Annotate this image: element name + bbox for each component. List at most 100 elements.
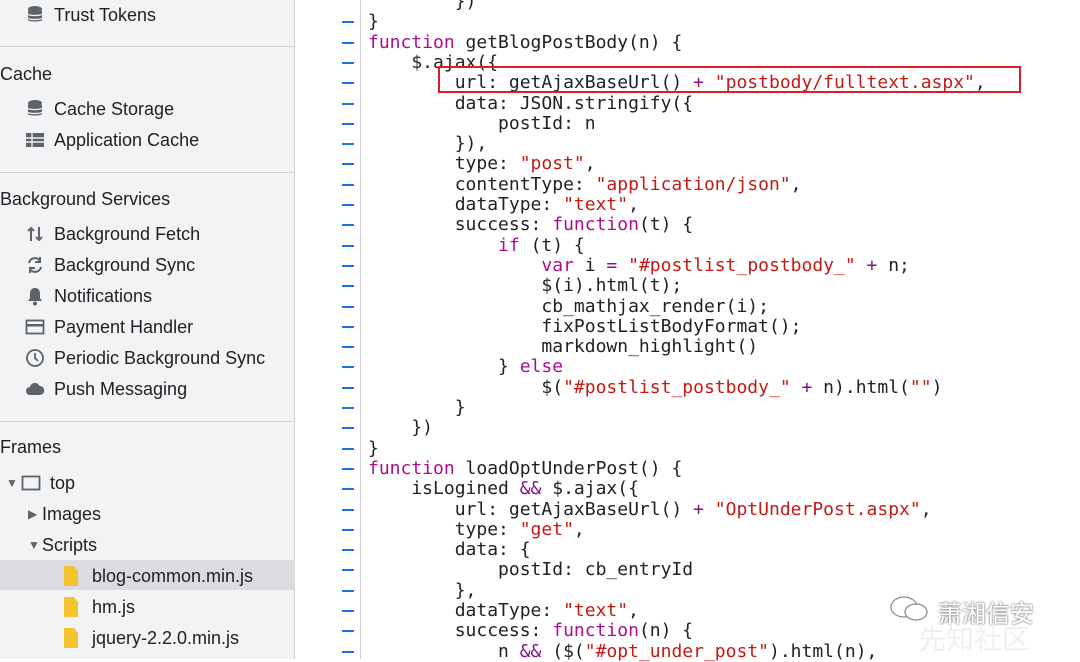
diff-marker [342, 610, 354, 612]
tree-item-label: Images [42, 503, 102, 524]
section-header-frames: Frames [0, 437, 62, 457]
code-line: } [368, 437, 379, 459]
diff-marker [342, 204, 354, 206]
tree-item-file[interactable]: hm.js [64, 593, 135, 621]
file-icon [64, 628, 78, 648]
code-line: } else [368, 356, 564, 378]
tree-item-scripts[interactable]: ▼ Scripts [28, 531, 97, 559]
watermark: 萧湘信安 先知社区 [888, 590, 1078, 656]
sidebar-item-background-sync[interactable]: Background Sync [24, 251, 195, 279]
diff-marker [342, 163, 354, 166]
sidebar-item-application-cache[interactable]: Application Cache [24, 126, 199, 154]
sidebar-item-periodic-background-sync[interactable]: Periodic Background Sync [24, 344, 265, 372]
diff-marker [342, 244, 354, 247]
code-line: data: { [368, 539, 531, 561]
code-line: }), [368, 133, 488, 155]
code-line: }, [368, 579, 477, 601]
divider [0, 172, 295, 173]
code-line: }) [368, 0, 477, 12]
diff-marker [342, 447, 354, 450]
sidebar-item-label: Background Sync [54, 254, 196, 275]
clock-icon [24, 347, 46, 369]
divider [0, 46, 295, 47]
code-line: function loadOptUnderPost() { [368, 457, 683, 479]
triangle-down-icon[interactable]: ▼ [6, 476, 20, 490]
diff-marker [342, 305, 354, 308]
code-line: type: "get", [368, 518, 585, 540]
code-line: function getBlogPostBody(n) { [368, 31, 683, 53]
code-line: } [368, 397, 466, 418]
triangle-right-icon[interactable]: ▶ [28, 507, 42, 521]
file-label: jquery-2.2.0.min.js [92, 627, 240, 648]
sidebar-item-payment-handler[interactable]: Payment Handler [24, 313, 193, 341]
tree-item-top[interactable]: ▼ top [6, 469, 75, 497]
diff-marker [342, 467, 354, 470]
sidebar-item-label: Cache Storage [54, 98, 175, 119]
tree-item-images[interactable]: ▶ Images [28, 500, 101, 528]
diff-marker [342, 528, 354, 531]
diff-marker [342, 285, 354, 288]
code-line: type: "post", [368, 153, 596, 175]
tree-item-label: top [50, 472, 76, 493]
diff-marker [342, 325, 354, 328]
sidebar-item-cache-storage[interactable]: Cache Storage [24, 95, 174, 123]
code-line: dataType: "text", [368, 194, 639, 215]
tree-item-label: Scripts [42, 534, 98, 555]
diff-marker [342, 589, 354, 592]
sync-icon [24, 254, 46, 276]
sidebar-item-label: Background Fetch [54, 223, 201, 244]
frame-icon [20, 472, 42, 494]
sidebar-item-trust-tokens[interactable]: Trust Tokens [24, 1, 156, 29]
code-line: success: function(n) { [368, 620, 694, 642]
sidebar-item-label: Trust Tokens [54, 4, 157, 25]
diff-marker [342, 61, 354, 64]
code-line: if (t) { [498, 234, 585, 256]
sidebar-item-label: Push Messaging [54, 378, 188, 399]
diff-marker [342, 143, 354, 146]
diff-marker [342, 224, 354, 227]
diff-marker [342, 630, 354, 633]
triangle-down-icon[interactable]: ▼ [28, 538, 42, 552]
application-sidebar: Trust Tokens Cache Cache Storage Applica… [0, 0, 295, 659]
code-editor[interactable]: })} function getBlogPostBody(n) { $.ajax(… [368, 0, 1068, 661]
sidebar-item-notifications[interactable]: Notifications [24, 282, 152, 310]
card-icon [24, 316, 46, 338]
code-line: dataType: "text", [368, 600, 639, 621]
diff-marker [342, 21, 354, 24]
section-header-cache: Cache [0, 64, 53, 84]
diff-marker [342, 346, 354, 349]
sidebar-item-push-messaging[interactable]: Push Messaging [24, 375, 187, 403]
code-line: }) [368, 417, 434, 439]
file-icon [64, 597, 78, 617]
diff-marker [342, 386, 354, 389]
diff-marker [342, 549, 354, 552]
code-line: fixPostListBodyFormat(); [368, 315, 802, 337]
diff-marker [342, 650, 354, 653]
cloud-icon [24, 378, 46, 400]
diff-marker [342, 366, 354, 369]
diff-marker [342, 102, 354, 105]
diff-marker [342, 183, 354, 186]
file-label: blog-common.min.js [92, 565, 254, 586]
code-line: var i = "#postlist_postbody_" + n; [541, 254, 910, 276]
watermark-text-secondary: 先知社区 [918, 623, 1031, 656]
section-header-background-services: Background Services [0, 189, 171, 209]
up-down-arrows-icon [24, 223, 46, 245]
database-icon [24, 98, 46, 120]
diff-marker [342, 427, 354, 430]
sidebar-item-label: Application Cache [54, 129, 200, 150]
diff-marker [342, 82, 354, 85]
sidebar-item-background-fetch[interactable]: Background Fetch [24, 220, 200, 248]
code-line: isLogined && $.ajax({ [368, 478, 639, 500]
diff-marker [342, 407, 354, 409]
grid-icon [24, 129, 46, 151]
file-label: hm.js [92, 596, 136, 617]
code-line: postId: cb_entryId [368, 559, 694, 581]
tree-item-file[interactable]: jquery-2.2.0.min.js [64, 624, 239, 652]
code-line: contentType: "application/json", [368, 173, 802, 195]
tree-item-file[interactable]: blog-common.min.js [64, 562, 253, 590]
sidebar-item-label: Notifications [54, 285, 153, 306]
code-line: markdown_highlight() [368, 336, 759, 358]
divider [0, 421, 295, 422]
code-line: postId: n [368, 112, 596, 134]
